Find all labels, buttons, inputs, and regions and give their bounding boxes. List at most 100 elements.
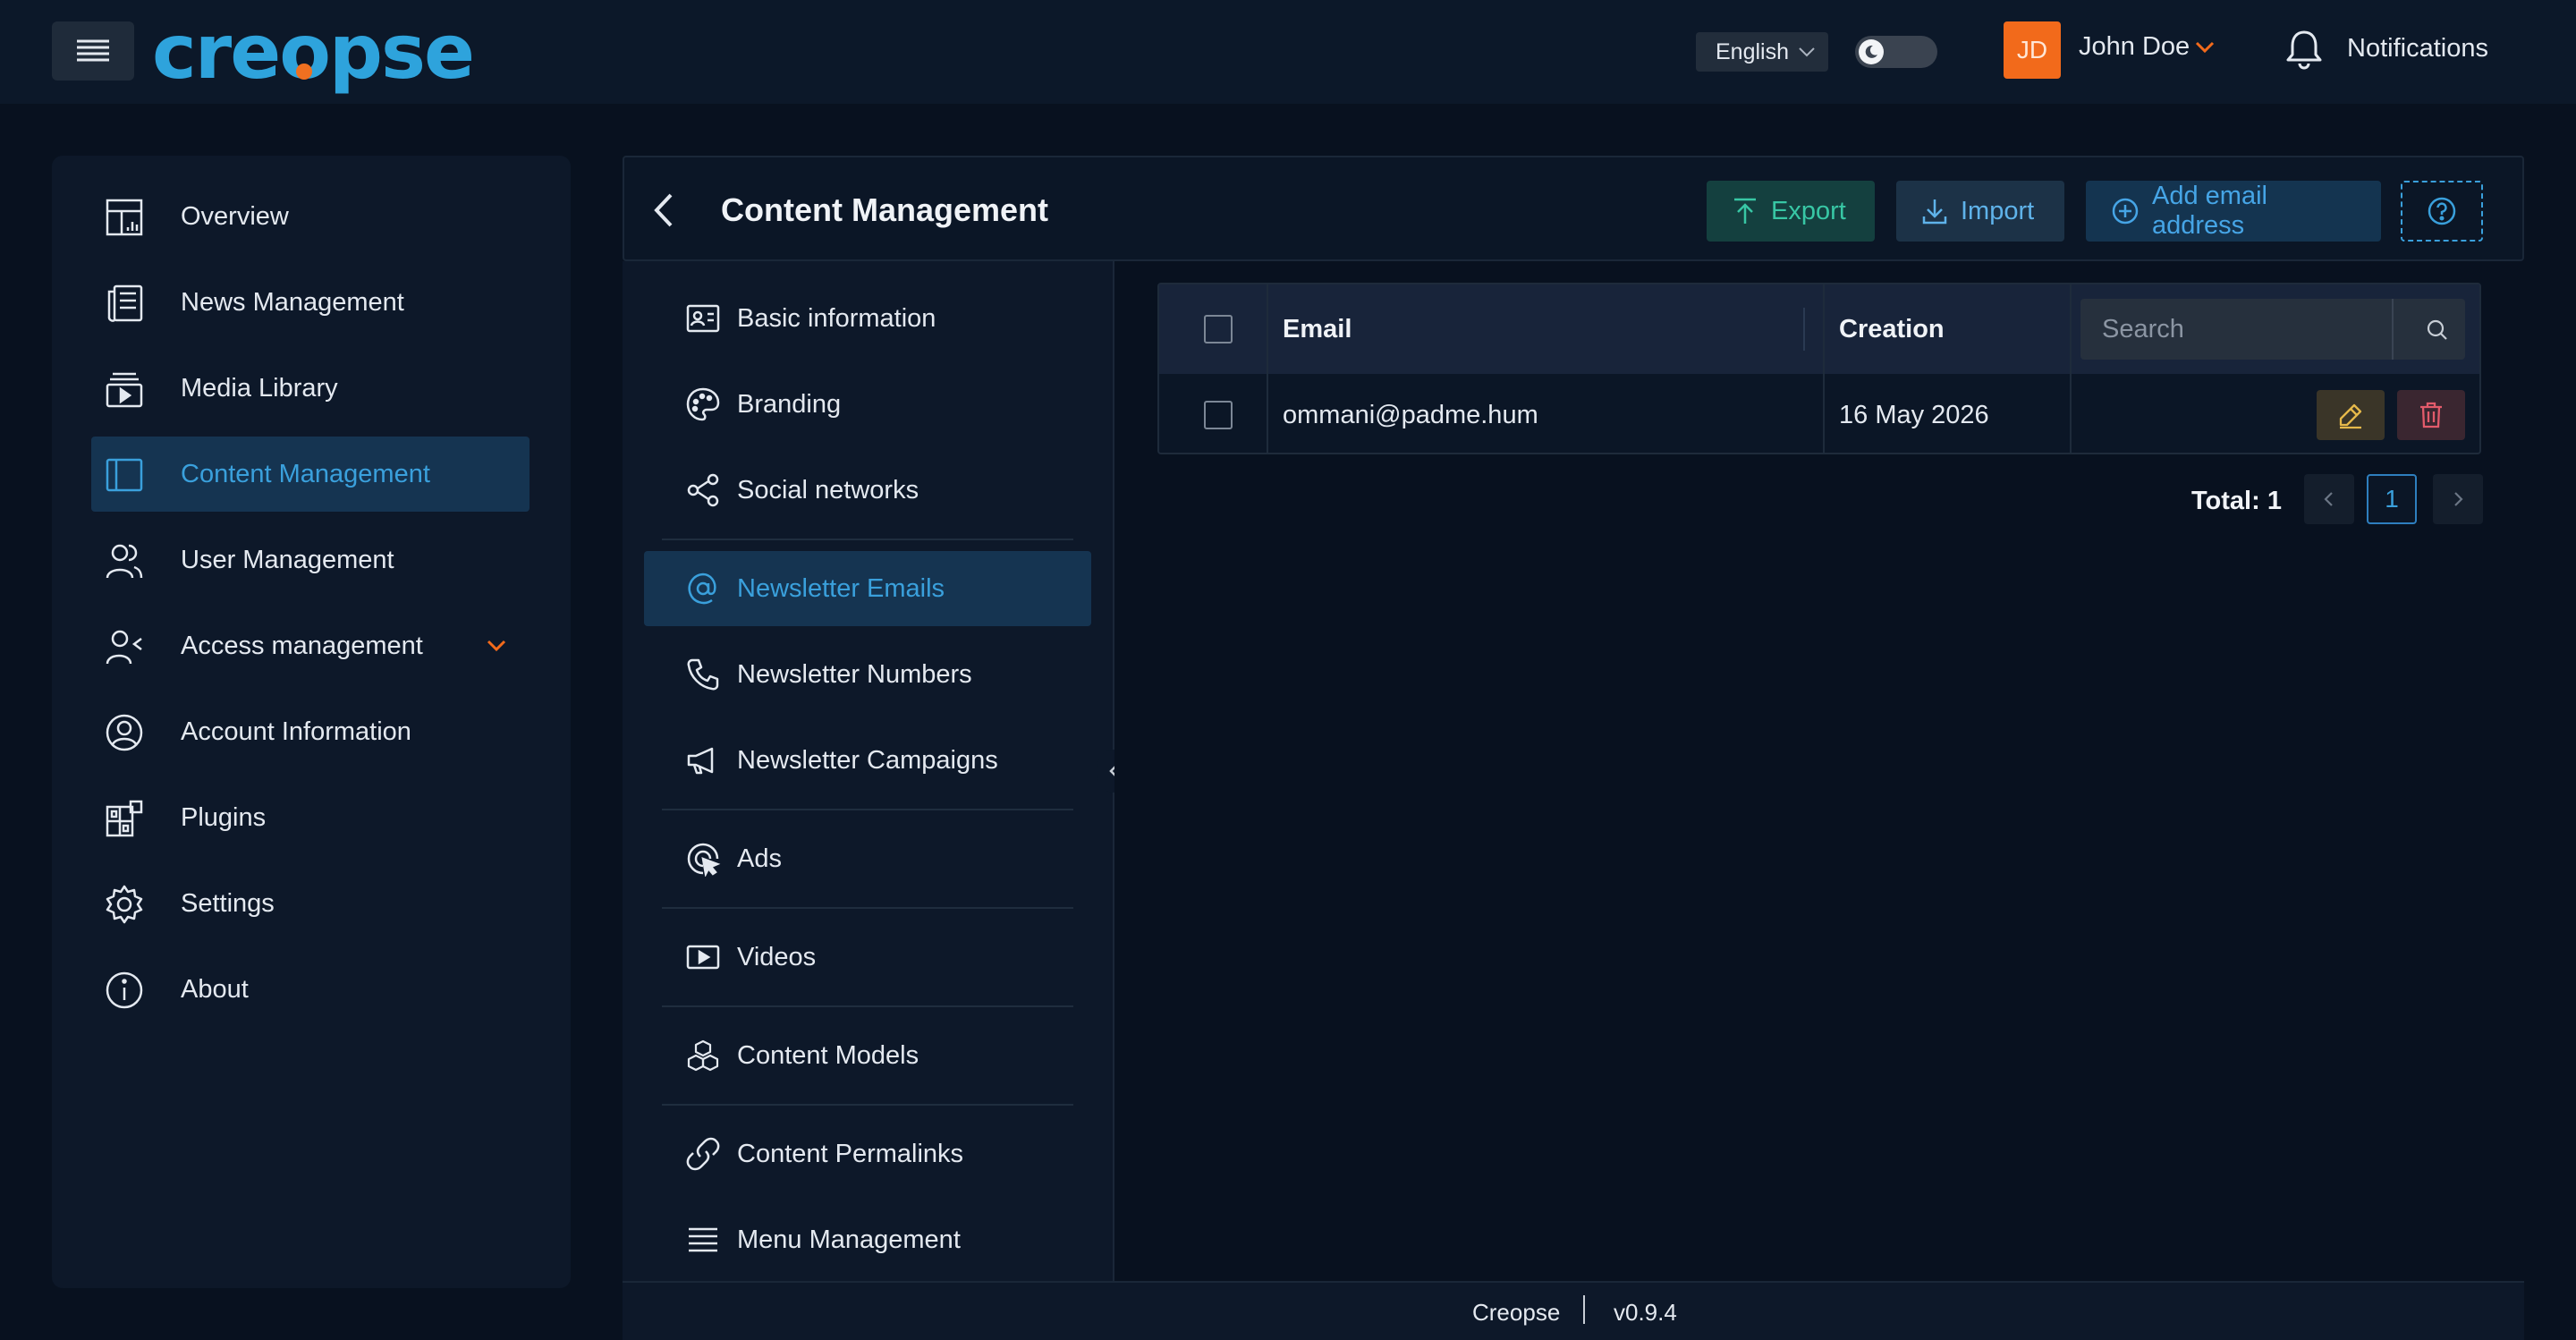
link-icon (685, 1136, 721, 1172)
prev-page-button[interactable] (2304, 474, 2354, 524)
id-card-icon (685, 301, 721, 336)
subnav-item-label: Social networks (737, 476, 919, 505)
sidebar-item-label: Settings (181, 889, 275, 918)
sidebar-item-label: Plugins (181, 803, 267, 832)
row-checkbox[interactable] (1204, 401, 1233, 429)
page-title: Content Management (721, 191, 1049, 228)
column-divider (1823, 284, 1825, 374)
chevron-right-icon (2451, 490, 2465, 508)
total-count: Total: 1 (2191, 487, 2282, 515)
sidebar-item-media[interactable]: Media Library (91, 351, 530, 426)
palette-icon (685, 386, 721, 422)
upload-icon (1732, 197, 1758, 225)
user-menu[interactable]: John Doe (2079, 32, 2215, 62)
sidebar: Overview News Management Media Library C… (52, 156, 571, 1288)
sidebar-item-access[interactable]: Access management (91, 608, 530, 683)
subnav-item-newsletter-emails[interactable]: Newsletter Emails (644, 551, 1091, 626)
subnav-item-label: Newsletter Campaigns (737, 746, 998, 775)
sidebar-item-content[interactable]: Content Management (91, 437, 530, 512)
subnav-divider (662, 907, 1073, 909)
subnav-item-branding[interactable]: Branding (644, 367, 1091, 442)
sidebar-item-label: Account Information (181, 717, 411, 746)
sidebar-item-about[interactable]: About (91, 952, 530, 1027)
subnav-item-newsletter-campaigns[interactable]: Newsletter Campaigns (644, 723, 1091, 798)
subnav-divider (662, 539, 1073, 540)
moon-icon (1859, 39, 1884, 64)
content-subnav: Basic information Branding Social networ… (623, 261, 1114, 1281)
next-page-button[interactable] (2433, 474, 2483, 524)
sidebar-item-news[interactable]: News Management (91, 265, 530, 340)
subnav-item-content-models[interactable]: Content Models (644, 1018, 1091, 1093)
subnav-item-label: Newsletter Numbers (737, 660, 972, 689)
overview-icon (104, 197, 145, 238)
notifications-link[interactable]: Notifications (2347, 34, 2488, 64)
avatar[interactable]: JD (2004, 21, 2061, 79)
access-icon (104, 626, 145, 667)
column-header-creation[interactable]: Creation (1839, 315, 1945, 344)
app-logo[interactable]: cre o pse (152, 4, 475, 100)
column-resizer[interactable] (1803, 308, 1805, 351)
column-divider (2070, 284, 2072, 374)
phone-icon (685, 657, 721, 692)
search-icon[interactable] (2426, 318, 2449, 342)
news-icon (104, 283, 145, 324)
pencil-icon (2336, 401, 2365, 429)
subnav-item-label: Menu Management (737, 1226, 961, 1254)
sidebar-item-overview[interactable]: Overview (91, 179, 530, 254)
subnav-item-menu-management[interactable]: Menu Management (644, 1202, 1091, 1277)
subnav-item-label: Videos (737, 943, 817, 971)
sidebar-item-label: About (181, 975, 249, 1004)
column-divider (2070, 374, 2072, 453)
subnav-item-label: Basic information (737, 304, 936, 333)
chevron-down-icon (485, 637, 508, 655)
column-divider (1267, 284, 1268, 374)
column-divider (1823, 374, 1825, 453)
export-button[interactable]: Export (1707, 181, 1875, 242)
bell-icon[interactable] (2283, 27, 2326, 72)
edit-button[interactable] (2317, 390, 2385, 440)
sidebar-item-users[interactable]: User Management (91, 522, 530, 598)
megaphone-icon (685, 742, 721, 778)
subnav-item-videos[interactable]: Videos (644, 920, 1091, 995)
theme-toggle[interactable] (1855, 36, 1937, 68)
email-cell: ommani@padme.hum (1283, 401, 1538, 429)
language-value: English (1716, 38, 1789, 64)
at-sign-icon (685, 571, 721, 606)
chevron-left-icon (646, 190, 682, 231)
trash-icon (2418, 401, 2445, 429)
subnav-item-basic-information[interactable]: Basic information (644, 281, 1091, 356)
column-divider (1267, 374, 1268, 453)
sidebar-item-label: News Management (181, 288, 404, 317)
subnav-divider (662, 1104, 1073, 1106)
menu-toggle-button[interactable] (52, 21, 134, 81)
cubes-icon (685, 1038, 721, 1073)
target-click-icon (685, 841, 721, 877)
import-button[interactable]: Import (1896, 181, 2064, 242)
add-email-label: Add email address (2152, 182, 2267, 240)
search-divider (2392, 299, 2394, 360)
search-input[interactable] (2080, 299, 2385, 360)
delete-button[interactable] (2397, 390, 2465, 440)
subnav-item-social-networks[interactable]: Social networks (644, 453, 1091, 528)
add-email-button[interactable]: Add email address (2086, 181, 2381, 242)
subnav-item-newsletter-numbers[interactable]: Newsletter Numbers (644, 637, 1091, 712)
select-all-checkbox[interactable] (1204, 315, 1233, 343)
subnav-item-label: Content Models (737, 1041, 919, 1070)
table-search (2080, 299, 2465, 360)
hamburger-icon (75, 37, 111, 65)
top-bar: cre o pse English JD John Doe Notification… (0, 0, 2576, 104)
subnav-item-content-permalinks[interactable]: Content Permalinks (644, 1116, 1091, 1192)
page-button-current[interactable]: 1 (2367, 474, 2417, 524)
sidebar-item-label: Access management (181, 632, 423, 660)
sidebar-item-settings[interactable]: Settings (91, 866, 530, 941)
column-header-email[interactable]: Email (1283, 315, 1352, 344)
language-select[interactable]: English (1696, 32, 1828, 72)
sidebar-item-account[interactable]: Account Information (91, 694, 530, 769)
back-button[interactable] (646, 190, 682, 231)
subnav-item-label: Ads (737, 844, 782, 873)
user-name: John Doe (2079, 32, 2190, 61)
subnav-item-ads[interactable]: Ads (644, 821, 1091, 896)
sidebar-item-plugins[interactable]: Plugins (91, 780, 530, 855)
plus-circle-icon (2111, 197, 2140, 225)
help-button[interactable] (2401, 181, 2483, 242)
